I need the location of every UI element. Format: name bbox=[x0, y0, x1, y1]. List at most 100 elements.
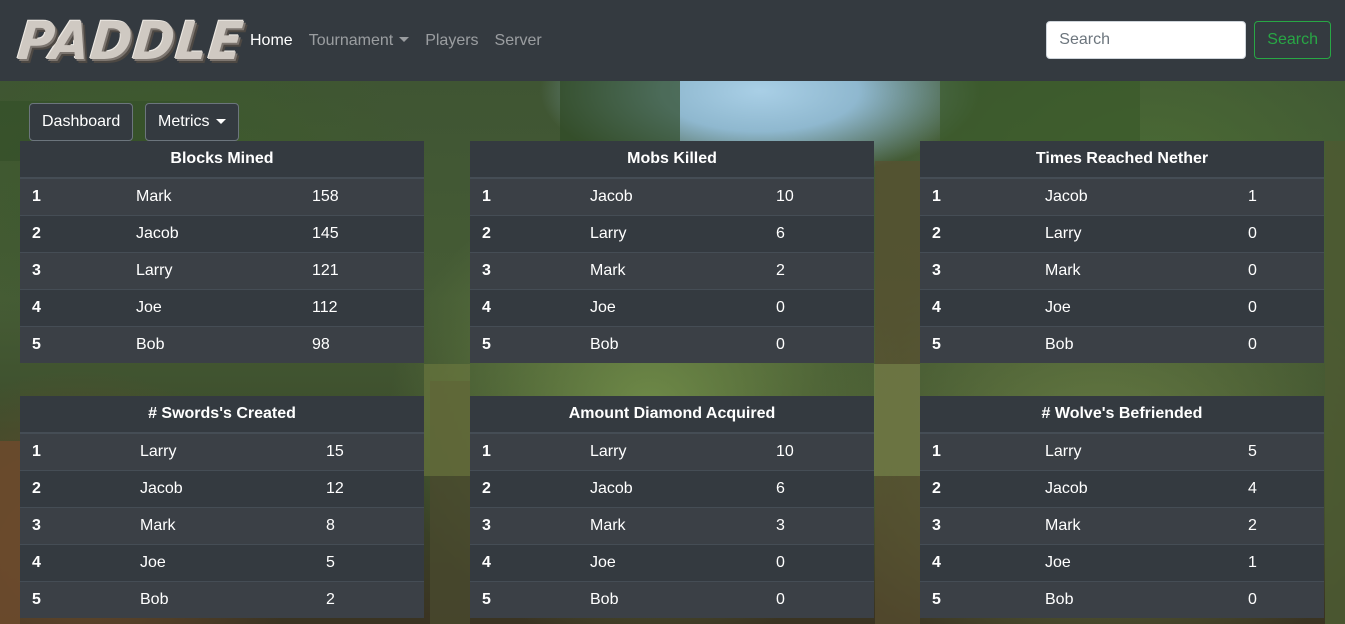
table-row: 2 Jacob 12 bbox=[20, 469, 424, 507]
rank-cell: 5 bbox=[470, 325, 578, 363]
table-title: Blocks Mined bbox=[20, 141, 424, 179]
value-cell: 15 bbox=[314, 432, 424, 470]
table-row: 1 Mark 158 bbox=[20, 177, 424, 215]
rank-cell: 3 bbox=[470, 506, 578, 544]
value-cell: 0 bbox=[1236, 214, 1324, 252]
rank-cell: 1 bbox=[470, 177, 578, 215]
table-row: 1 Larry 5 bbox=[920, 432, 1324, 470]
player-cell: Bob bbox=[1033, 325, 1236, 363]
table-row: 5 Bob 0 bbox=[920, 580, 1324, 618]
player-cell: Bob bbox=[578, 580, 764, 618]
player-cell: Bob bbox=[578, 325, 764, 363]
stats-table: Amount Diamond Acquired 1 Larry 10 2 Jacob 6 3 M… bbox=[470, 396, 874, 618]
value-cell: 1 bbox=[1236, 177, 1324, 215]
rank-cell: 1 bbox=[470, 432, 578, 470]
table-row: 3 Mark 3 bbox=[470, 506, 874, 544]
value-cell: 2 bbox=[314, 580, 424, 618]
search-button[interactable]: Search bbox=[1254, 21, 1331, 59]
table-row: 4 Joe 0 bbox=[470, 288, 874, 326]
rank-cell: 4 bbox=[470, 543, 578, 581]
value-cell: 10 bbox=[764, 432, 874, 470]
stats-table: Mobs Killed 1 Jacob 10 2 Larry 6 3 Mark 2 4 Joe 0 5 Bo… bbox=[470, 141, 874, 363]
stats-table: # Swords's Created 1 Larry 15 2 Jacob 12 3 Mark 8… bbox=[20, 396, 424, 618]
table-row: 2 Larry 0 bbox=[920, 214, 1324, 252]
table-title: Amount Diamond Acquired bbox=[470, 396, 874, 434]
player-cell: Mark bbox=[1033, 506, 1236, 544]
table-row: 3 Mark 2 bbox=[920, 506, 1324, 544]
player-cell: Mark bbox=[1033, 251, 1236, 289]
table-row: 5 Bob 0 bbox=[920, 325, 1324, 363]
rank-cell: 5 bbox=[920, 325, 1033, 363]
nav-home[interactable]: Home bbox=[242, 0, 301, 81]
rank-cell: 1 bbox=[20, 432, 128, 470]
player-cell: Bob bbox=[128, 580, 314, 618]
rank-cell: 3 bbox=[920, 251, 1033, 289]
rank-cell: 2 bbox=[20, 469, 128, 507]
rank-cell: 5 bbox=[470, 580, 578, 618]
stats-table: Times Reached Nether 1 Jacob 1 2 Larry 0 3 Mark 0… bbox=[920, 141, 1324, 363]
player-cell: Jacob bbox=[128, 469, 314, 507]
value-cell: 0 bbox=[1236, 325, 1324, 363]
player-cell: Larry bbox=[578, 432, 764, 470]
player-cell: Mark bbox=[578, 506, 764, 544]
value-cell: 1 bbox=[1236, 543, 1324, 581]
rank-cell: 2 bbox=[20, 214, 124, 252]
value-cell: 5 bbox=[314, 543, 424, 581]
player-cell: Jacob bbox=[578, 469, 764, 507]
nav-server[interactable]: Server bbox=[487, 0, 550, 81]
rank-cell: 3 bbox=[20, 506, 128, 544]
table-row: 1 Jacob 10 bbox=[470, 177, 874, 215]
rank-cell: 2 bbox=[470, 214, 578, 252]
nav-tournament-dropdown[interactable]: Tournament bbox=[301, 0, 418, 81]
brand-logo[interactable]: PADDLE bbox=[15, 10, 247, 71]
value-cell: 145 bbox=[300, 214, 424, 252]
player-cell: Jacob bbox=[578, 177, 764, 215]
table-row: 4 Joe 112 bbox=[20, 288, 424, 326]
metrics-dropdown-button[interactable]: Metrics bbox=[145, 103, 239, 141]
rank-cell: 4 bbox=[470, 288, 578, 326]
value-cell: 0 bbox=[764, 288, 874, 326]
table-row: 4 Joe 5 bbox=[20, 543, 424, 581]
player-cell: Larry bbox=[128, 432, 314, 470]
value-cell: 3 bbox=[764, 506, 874, 544]
table-row: 2 Jacob 6 bbox=[470, 469, 874, 507]
table-row: 1 Larry 15 bbox=[20, 432, 424, 470]
value-cell: 6 bbox=[764, 469, 874, 507]
rank-cell: 5 bbox=[20, 580, 128, 618]
rank-cell: 3 bbox=[20, 251, 124, 289]
table-row: 2 Jacob 4 bbox=[920, 469, 1324, 507]
value-cell: 4 bbox=[1236, 469, 1324, 507]
rank-cell: 3 bbox=[920, 506, 1033, 544]
table-row: 3 Larry 121 bbox=[20, 251, 424, 289]
value-cell: 0 bbox=[764, 325, 874, 363]
nav-players[interactable]: Players bbox=[417, 0, 486, 81]
stats-table: Blocks Mined 1 Mark 158 2 Jacob 145 3 Larry 121 4 J… bbox=[20, 141, 424, 363]
table-title: # Wolve's Befriended bbox=[920, 396, 1324, 434]
table-title: Mobs Killed bbox=[470, 141, 874, 179]
rank-cell: 4 bbox=[20, 543, 128, 581]
rank-cell: 3 bbox=[470, 251, 578, 289]
value-cell: 0 bbox=[764, 580, 874, 618]
rank-cell: 1 bbox=[920, 177, 1033, 215]
value-cell: 5 bbox=[1236, 432, 1324, 470]
rank-cell: 1 bbox=[920, 432, 1033, 470]
chevron-down-icon bbox=[215, 118, 226, 124]
table-row: 4 Joe 0 bbox=[470, 543, 874, 581]
rank-cell: 2 bbox=[470, 469, 578, 507]
player-cell: Mark bbox=[128, 506, 314, 544]
player-cell: Joe bbox=[128, 543, 314, 581]
search-input[interactable] bbox=[1046, 21, 1247, 59]
value-cell: 8 bbox=[314, 506, 424, 544]
value-cell: 0 bbox=[1236, 288, 1324, 326]
dashboard-button[interactable]: Dashboard bbox=[29, 103, 134, 141]
player-cell: Joe bbox=[124, 288, 300, 326]
player-cell: Mark bbox=[124, 177, 300, 215]
player-cell: Joe bbox=[1033, 543, 1236, 581]
value-cell: 2 bbox=[1236, 506, 1324, 544]
rank-cell: 4 bbox=[920, 288, 1033, 326]
value-cell: 98 bbox=[300, 325, 424, 363]
table-row: 4 Joe 0 bbox=[920, 288, 1324, 326]
table-row: 1 Larry 10 bbox=[470, 432, 874, 470]
player-cell: Larry bbox=[1033, 432, 1236, 470]
rank-cell: 1 bbox=[20, 177, 124, 215]
